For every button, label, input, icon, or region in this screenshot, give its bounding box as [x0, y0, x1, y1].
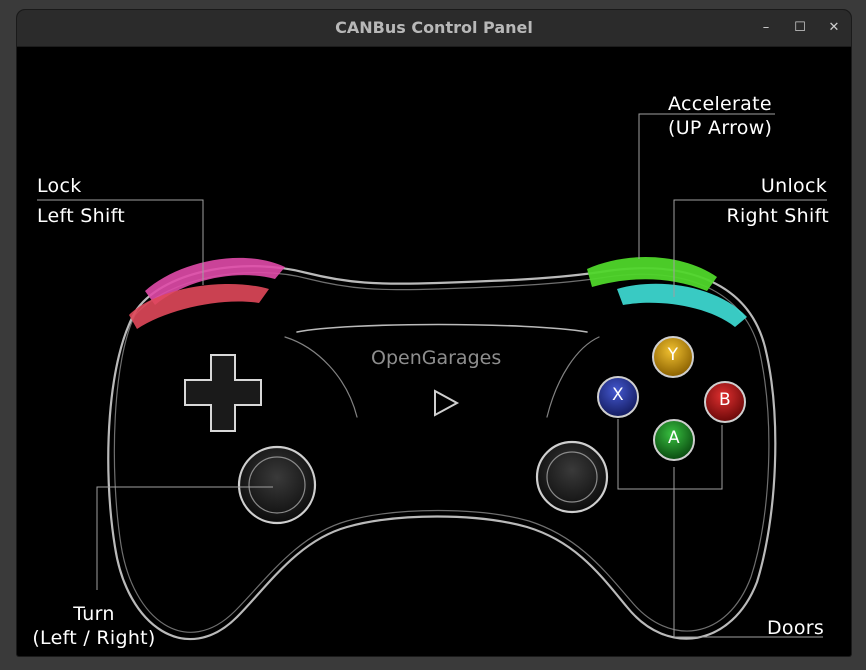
minimize-button[interactable]: – [755, 17, 777, 39]
brand-label: OpenGarages [371, 347, 502, 369]
right-stick [535, 440, 609, 514]
app-window: CANBus Control Panel – ☐ ✕ Y X B A OpenG… [17, 10, 851, 656]
maximize-button[interactable]: ☐ [789, 17, 811, 39]
button-x-label[interactable]: X [608, 385, 628, 405]
accelerate-label: Accelerate [668, 93, 772, 115]
bumpers [129, 257, 747, 329]
button-a-label[interactable]: A [664, 428, 684, 448]
button-b-label[interactable]: B [715, 390, 735, 410]
window-title: CANBus Control Panel [335, 18, 533, 37]
close-button[interactable]: ✕ [823, 17, 845, 39]
dpad [184, 354, 262, 432]
turn-key-label: (Left / Right) [32, 627, 156, 649]
callout-lines [37, 113, 827, 638]
unlock-key-label: Right Shift [726, 205, 829, 227]
left-stick [237, 445, 317, 525]
start-button-glyph [434, 389, 460, 417]
button-y-label[interactable]: Y [663, 345, 683, 365]
turn-label: Turn [73, 603, 115, 625]
controller-canvas[interactable]: Y X B A OpenGarages Lock Left Shift Acce… [17, 47, 851, 656]
accelerate-key-label: (UP Arrow) [668, 117, 773, 139]
lock-key-label: Left Shift [37, 205, 125, 227]
doors-label: Doors [767, 617, 825, 639]
doors-callout-line [673, 467, 823, 638]
unlock-label: Unlock [760, 175, 827, 197]
title-bar[interactable]: CANBus Control Panel – ☐ ✕ [17, 10, 851, 47]
lock-label: Lock [37, 175, 82, 197]
